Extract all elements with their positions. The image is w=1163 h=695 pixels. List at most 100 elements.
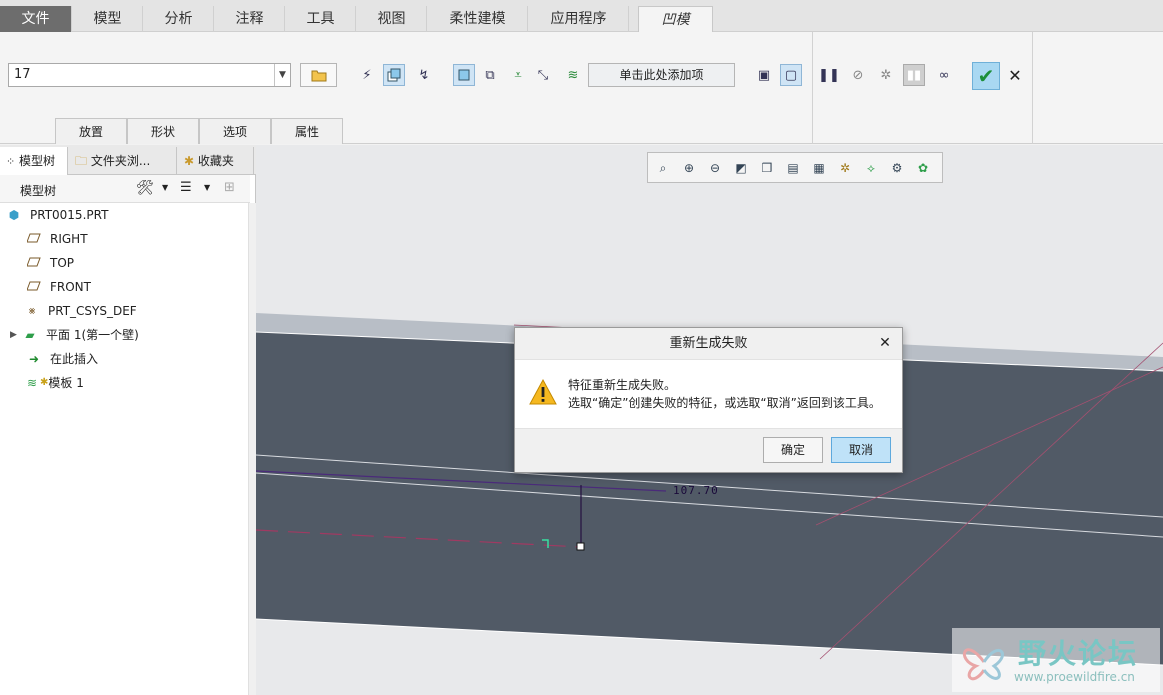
tree-node-label: 模板 1 [48,376,84,390]
panel-scrollbar[interactable] [248,203,256,695]
tab-model-tree-label: 模型树 [19,154,56,168]
tree-node-right[interactable]: RIGHT [26,229,88,249]
tab-die[interactable]: 凹模 [638,6,713,32]
tree-node-label: 平面 1(第一个壁) [46,328,139,342]
tree-filter-icon[interactable]: ⊞ [224,180,235,195]
zoom-in-button[interactable]: ⊕ [678,157,700,179]
datum-plane-icon [26,232,42,246]
tree-node-label: 在此插入 [50,352,99,366]
ok-button[interactable]: 确定 [763,437,823,463]
tab-view[interactable]: 视图 [357,6,427,32]
subtab-placement[interactable]: 放置 [55,118,127,144]
resize-button[interactable]: ⤡ [532,64,554,86]
repaint-button[interactable]: ◩ [730,157,752,179]
flip-icon: ↯ [418,67,430,83]
place-button[interactable]: ⚡ [356,64,378,86]
glasses-icon: ∞ [938,67,950,83]
cancel-feature-button[interactable]: ✕ [1004,65,1026,87]
diagonal-arrow-icon: ⤡ [537,67,549,83]
annotation-display-icon: ⟡ [867,160,875,175]
view-manager-button[interactable]: ▦ [808,157,830,179]
no-preview-icon: ⊘ [852,67,864,83]
chevron-down-icon[interactable]: ▼ [162,183,168,192]
feature-preview-icon: ✲ [880,67,892,83]
tree-node-csys[interactable]: ⨳ PRT_CSYS_DEF [24,301,137,321]
tree-node-top[interactable]: TOP [26,253,74,273]
datum-display-icon: ✲ [839,160,851,175]
dialog-title: 重新生成失败 [515,328,902,360]
subtab-properties[interactable]: 属性 [271,118,343,144]
saved-views-button[interactable]: ▤ [782,157,804,179]
die-form-icon: ≋ [26,376,38,390]
dialog-message-line1: 特征重新生成失败。 [568,378,677,392]
confirm-button[interactable]: ✔ [972,62,1000,90]
tab-analysis[interactable]: 分析 [144,6,214,32]
tab-applications[interactable]: 应用程序 [529,6,629,32]
forum-watermark: 野火论坛 www.proewildfire.cn [952,628,1160,692]
open-folder-button[interactable] [300,63,337,87]
punch-icon: ⩡ [514,67,522,83]
close-icon: ✕ [1008,66,1022,85]
template-button[interactable]: ≋ [562,64,584,86]
chevron-down-icon[interactable]: ▼ [204,183,210,192]
pause-icon: ❚❚ [818,67,840,83]
annotation-display-button[interactable]: ⟡ [860,157,882,179]
tab-folder-browser[interactable]: 🗀 文件夹浏... [69,147,177,175]
tab-annotate[interactable]: 注释 [215,6,285,32]
copy-option-button[interactable]: ⧉ [479,64,501,86]
window-button[interactable]: ▢ [780,64,802,86]
tree-node-insert-here[interactable]: ➜ 在此插入 [26,349,98,369]
tree-settings-icon[interactable]: 🛠 [136,180,154,196]
datum-plane-icon [26,280,42,294]
spin-center-button[interactable]: ⚙ [886,157,908,179]
dimension-label[interactable]: 107.70 [673,484,719,497]
watermark-url: www.proewildfire.cn [1014,670,1135,684]
surface-option-button[interactable] [453,64,475,86]
display-style-button[interactable]: ❒ [756,157,778,179]
tab-file[interactable]: 文件 [0,6,72,32]
dialog-footer: 确定 取消 [515,428,902,472]
model-tree-icon: ⁘ [6,155,16,168]
verify-mode-button[interactable]: ▮▮ [903,64,925,86]
tab-tools[interactable]: 工具 [286,6,356,32]
tree-node-flat-wall[interactable]: ▶ ▰ 平面 1(第一个壁) [10,325,139,345]
tree-node-part[interactable]: ⬢ PRT0015.PRT [6,205,109,225]
regen-failed-marker-icon: ✱ [40,377,49,388]
csys-icon: ⨳ [28,304,36,317]
cancel-button[interactable]: 取消 [831,437,891,463]
flip-button[interactable]: ↯ [413,64,435,86]
chevron-down-icon[interactable]: ▼ [274,64,290,86]
saved-views-icon: ▤ [787,160,799,175]
repaint-icon: ◩ [735,160,747,175]
copy-icon: ⧉ [485,67,495,83]
tab-flexible-modeling[interactable]: 柔性建模 [428,6,528,32]
preview-icon: ▣ [757,67,771,83]
tree-node-die-form[interactable]: ≋ ✱ 模板 1 [24,373,84,393]
appearance-button[interactable]: ✿ [912,157,934,179]
dialog-close-button[interactable]: ✕ [876,334,894,352]
subtab-options[interactable]: 选项 [199,118,271,144]
tab-favorites[interactable]: ✱ 收藏夹 [178,147,254,175]
ribbon-separator [1032,32,1033,144]
drag-handle[interactable] [576,542,585,551]
die-option-button[interactable] [383,64,405,86]
tree-display-icon[interactable]: ☰ [180,180,192,195]
punch-direction-button[interactable]: ⩡ [507,64,529,86]
preview-button[interactable]: ▣ [753,64,775,86]
add-item-field[interactable]: 单击此处添加项 [588,63,735,87]
verify-button[interactable]: ∞ [933,64,955,86]
pause-button[interactable]: ❚❚ [818,64,840,86]
no-preview-button[interactable]: ⊘ [847,64,869,86]
tree-node-front[interactable]: FRONT [26,277,91,297]
zoom-out-button[interactable]: ⊖ [704,157,726,179]
zoom-out-icon: ⊖ [709,160,721,175]
chevron-right-icon[interactable]: ▶ [10,325,22,345]
tab-model-tree[interactable]: ⁘ 模型树 [0,147,68,175]
refit-button[interactable]: ⌕ [652,157,674,179]
preview-feature-button[interactable]: ✲ [875,64,897,86]
tab-model[interactable]: 模型 [73,6,143,32]
reference-combo[interactable]: 17 ▼ [8,63,291,87]
tree-node-label: FRONT [50,280,91,294]
datum-display-button[interactable]: ✲ [834,157,856,179]
subtab-shape[interactable]: 形状 [127,118,199,144]
